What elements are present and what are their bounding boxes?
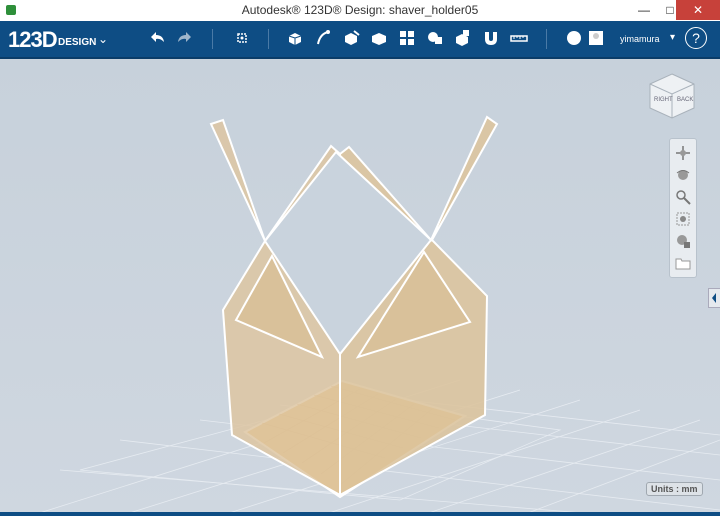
minimize-button[interactable]: — — [630, 0, 658, 20]
user-name[interactable]: yimamura — [620, 34, 660, 44]
transform-icon[interactable] — [230, 26, 254, 50]
orbit-icon[interactable] — [673, 165, 693, 185]
material-icon[interactable] — [562, 26, 586, 50]
3d-viewport[interactable]: RIGHT BACK — [0, 59, 720, 516]
primitives-icon[interactable] — [284, 26, 308, 50]
app-logo-sub: DESIGN — [58, 37, 97, 48]
units-indicator[interactable]: Units : mm — [646, 482, 703, 496]
app-menu-chevron-icon[interactable]: ⌄ — [98, 32, 108, 46]
toolbar-separator — [546, 29, 547, 49]
combine-icon[interactable] — [451, 26, 475, 50]
window-title: Autodesk® 123D® Design: shaver_holder05 — [241, 3, 479, 17]
measure-icon[interactable] — [507, 26, 531, 50]
app-logo[interactable]: 123D — [8, 27, 58, 53]
pan-icon[interactable] — [673, 143, 693, 163]
title-bar: Autodesk® 123D® Design: shaver_holder05 … — [0, 0, 720, 22]
navigation-bar — [669, 138, 697, 278]
main-toolbar: 123D DESIGN ⌄ yimamura ▾ ? — [0, 21, 720, 59]
snap-magnet-icon[interactable] — [479, 26, 503, 50]
fit-icon[interactable] — [673, 209, 693, 229]
view-cube-right-label: RIGHT — [654, 97, 673, 103]
scene: RIGHT BACK — [29, 73, 720, 516]
redo-icon[interactable] — [173, 26, 197, 50]
side-panel-toggle[interactable] — [708, 288, 720, 308]
pattern-icon[interactable] — [395, 26, 419, 50]
grouping-icon[interactable] — [423, 26, 447, 50]
chevron-left-icon — [712, 293, 716, 303]
modify-icon[interactable] — [367, 26, 391, 50]
undo-icon[interactable] — [145, 26, 169, 50]
close-button[interactable]: ✕ — [676, 0, 720, 20]
view-style-icon[interactable] — [673, 231, 693, 251]
bottom-border — [0, 512, 720, 516]
sketch-icon[interactable] — [312, 26, 336, 50]
construct-icon[interactable] — [340, 26, 364, 50]
zoom-icon[interactable] — [673, 187, 693, 207]
view-cube — [649, 73, 695, 119]
toolbar-separator — [212, 29, 213, 49]
materials-folder-icon[interactable] — [673, 253, 693, 273]
help-icon[interactable]: ? — [685, 27, 707, 49]
view-cube-back-label: BACK — [677, 97, 693, 103]
user-menu-chevron-icon[interactable]: ▾ — [670, 32, 675, 43]
toolbar-separator — [268, 29, 269, 49]
avatar-icon[interactable] — [584, 26, 608, 50]
